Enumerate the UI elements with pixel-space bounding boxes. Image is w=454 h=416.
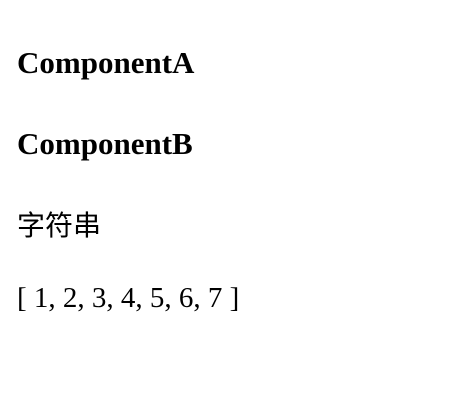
component-a-heading: ComponentA	[17, 45, 195, 80]
array-text: [ 1, 2, 3, 4, 5, 6, 7 ]	[17, 282, 240, 314]
string-text: 字符串	[17, 209, 102, 242]
component-b-heading: ComponentB	[17, 126, 193, 161]
